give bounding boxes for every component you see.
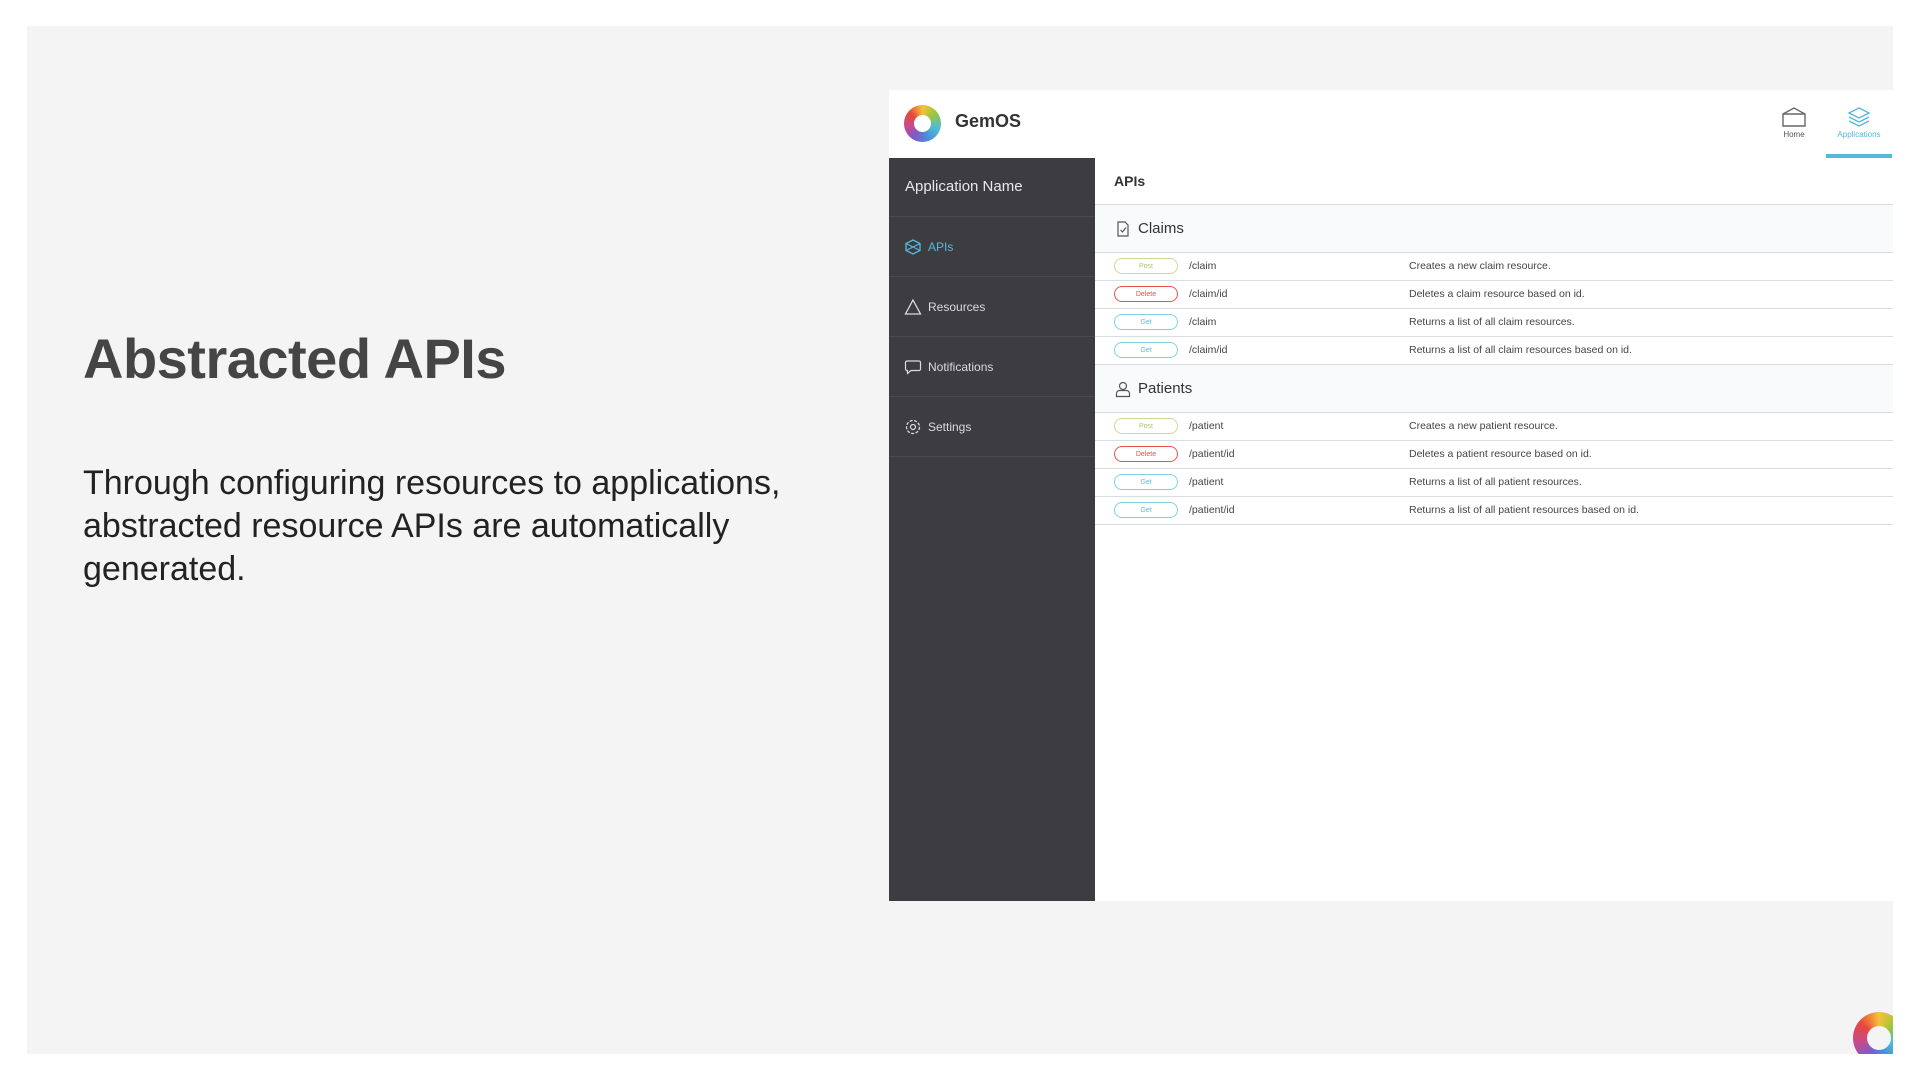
- endpoint-path: /claim: [1189, 260, 1217, 272]
- chat-bubble-icon: [904, 358, 922, 376]
- sidebar-item-label: Notifications: [928, 359, 994, 374]
- table-row[interactable]: Get /patient/id Returns a list of all pa…: [1095, 497, 1893, 525]
- app-screenshot: GemOS Home Applications Application Name…: [889, 90, 1893, 901]
- layers-icon: [1847, 107, 1871, 127]
- nav-applications-label: Applications: [1837, 130, 1881, 139]
- corner-logo: [1853, 1012, 1893, 1054]
- endpoint-description: Returns a list of all claim resources ba…: [1409, 344, 1632, 356]
- main-panel: APIs Claims Post /claim Creates a new cl…: [1095, 158, 1893, 901]
- endpoint-path: /patient/id: [1189, 504, 1235, 516]
- method-badge: Get: [1114, 314, 1178, 330]
- nav-applications[interactable]: Applications: [1826, 90, 1892, 158]
- nav-resources[interactable]: Re: [1889, 90, 1893, 158]
- endpoint-description: Deletes a claim resource based on id.: [1409, 288, 1585, 300]
- section-claims[interactable]: Claims: [1095, 205, 1893, 253]
- sidebar: Application Name APIs Resources Notifica…: [889, 158, 1095, 901]
- section-title: Patients: [1138, 380, 1193, 397]
- sidebar-title: Application Name: [889, 158, 1095, 217]
- endpoint-description: Returns a list of all claim resources.: [1409, 316, 1575, 328]
- method-badge: Delete: [1114, 446, 1178, 462]
- method-badge: Get: [1114, 342, 1178, 358]
- method-badge: Get: [1114, 474, 1178, 490]
- table-row[interactable]: Get /claim Returns a list of all claim r…: [1095, 309, 1893, 337]
- person-icon: [1114, 380, 1132, 398]
- sidebar-item-label: Settings: [928, 419, 972, 434]
- app-header: GemOS Home Applications: [889, 90, 1893, 158]
- method-badge: Post: [1114, 418, 1178, 434]
- endpoint-path: /patient: [1189, 420, 1224, 432]
- slide: Abstracted APIs Through configuring reso…: [27, 26, 1893, 1054]
- endpoint-description: Creates a new claim resource.: [1409, 260, 1551, 272]
- page-title: APIs: [1095, 158, 1893, 205]
- endpoint-path: /patient/id: [1189, 448, 1235, 460]
- slide-title: Abstracted APIs: [83, 327, 507, 390]
- brand-name: GemOS: [955, 111, 1022, 131]
- slide-body: Through configuring resources to applica…: [83, 464, 781, 588]
- nav-home[interactable]: Home: [1769, 90, 1819, 158]
- sidebar-item-notifications[interactable]: Notifications: [889, 337, 1095, 397]
- endpoint-path: /patient: [1189, 476, 1224, 488]
- sidebar-item-label: APIs: [928, 239, 954, 254]
- endpoint-description: Creates a new patient resource.: [1409, 420, 1558, 432]
- endpoint-description: Returns a list of all patient resources.: [1409, 476, 1582, 488]
- nav-home-label: Home: [1783, 130, 1805, 139]
- triangle-icon: [904, 298, 922, 316]
- table-row[interactable]: Post /patient Creates a new patient reso…: [1095, 413, 1893, 441]
- method-badge: Get: [1114, 502, 1178, 518]
- sidebar-item-label: Resources: [928, 299, 986, 314]
- table-row[interactable]: Delete /patient/id Deletes a patient res…: [1095, 441, 1893, 469]
- home-icon: [1782, 107, 1806, 127]
- section-title: Claims: [1138, 220, 1184, 237]
- endpoint-description: Deletes a patient resource based on id.: [1409, 448, 1592, 460]
- sidebar-item-apis[interactable]: APIs: [889, 217, 1095, 277]
- endpoint-path: /claim/id: [1189, 288, 1228, 300]
- method-badge: Delete: [1114, 286, 1178, 302]
- sidebar-item-settings[interactable]: Settings: [889, 397, 1095, 457]
- endpoint-description: Returns a list of all patient resources …: [1409, 504, 1639, 516]
- table-row[interactable]: Delete /claim/id Deletes a claim resourc…: [1095, 281, 1893, 309]
- sidebar-item-resources[interactable]: Resources: [889, 277, 1095, 337]
- endpoint-path: /claim: [1189, 316, 1217, 328]
- gear-icon: [904, 418, 922, 436]
- table-row[interactable]: Post /claim Creates a new claim resource…: [1095, 253, 1893, 281]
- document-check-icon: [1114, 220, 1132, 238]
- section-patients[interactable]: Patients: [1095, 365, 1893, 413]
- cube-icon: [904, 238, 922, 256]
- gemos-logo[interactable]: [904, 105, 941, 142]
- endpoint-path: /claim/id: [1189, 344, 1228, 356]
- method-badge: Post: [1114, 258, 1178, 274]
- table-row[interactable]: Get /patient Returns a list of all patie…: [1095, 469, 1893, 497]
- table-row[interactable]: Get /claim/id Returns a list of all clai…: [1095, 337, 1893, 365]
